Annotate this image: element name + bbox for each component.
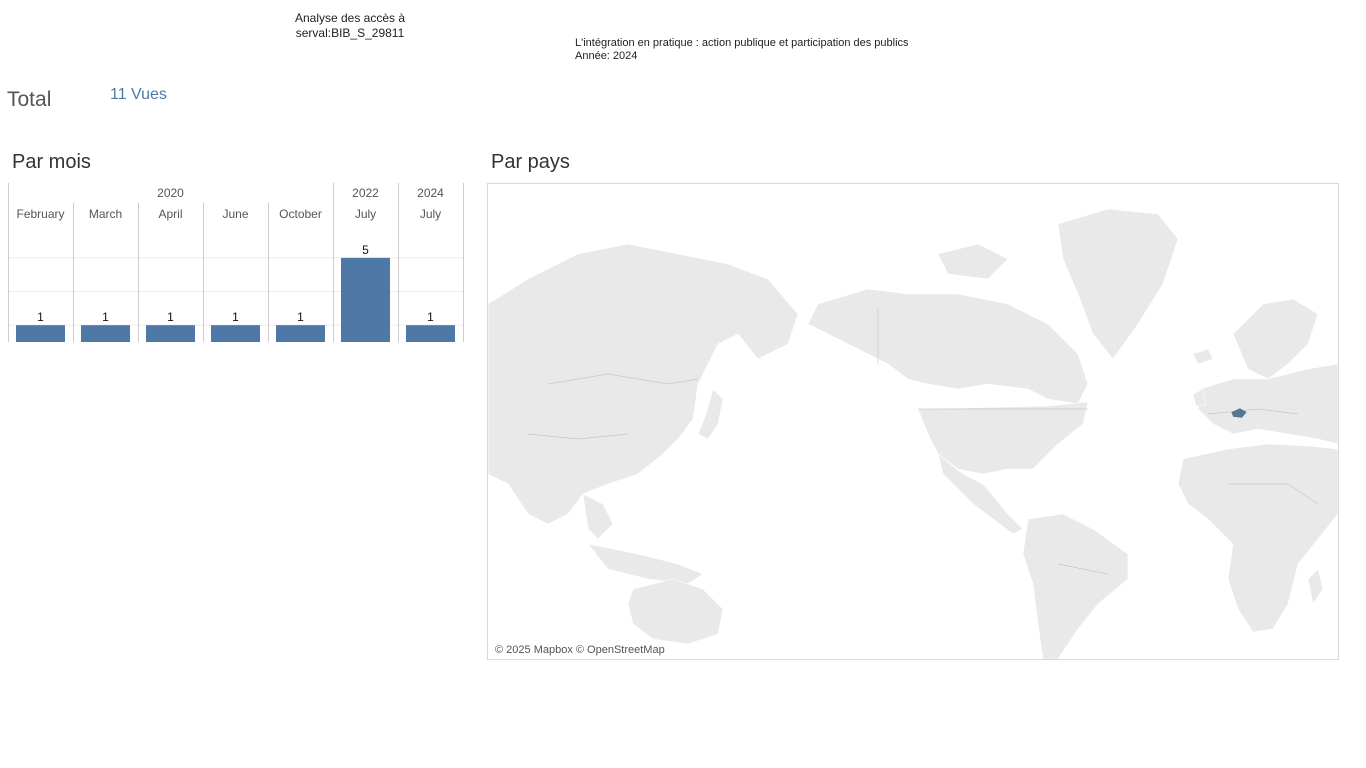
by-month-title: Par mois: [12, 151, 91, 173]
report-title: Analyse des accès à serval:BIB_S_29811: [270, 11, 430, 41]
bar-value-label: 1: [297, 310, 304, 324]
report-title-line2: serval:BIB_S_29811: [295, 26, 405, 40]
views-bar: [406, 325, 455, 342]
bar-value-label: 1: [232, 310, 239, 324]
monthly-views-chart: 2020 2022 2024 February 1 March 1 April 1 June 1 Oc…: [8, 183, 464, 345]
publication-year: Année: 2024: [575, 50, 638, 62]
month-label: April: [158, 207, 182, 221]
bar-value-label: 1: [167, 310, 174, 324]
views-bar: [146, 325, 195, 342]
year-label: 2024: [417, 186, 444, 200]
views-bar: [211, 325, 260, 342]
month-label: July: [355, 207, 376, 221]
month-label: June: [222, 207, 248, 221]
views-bar: [341, 257, 390, 342]
by-country-title: Par pays: [491, 151, 570, 173]
total-label: Total: [7, 88, 52, 111]
views-bar: [276, 325, 325, 342]
month-label: July: [420, 207, 441, 221]
month-label: February: [16, 207, 64, 221]
views-bar: [16, 325, 65, 342]
bar-value-label: 1: [37, 310, 44, 324]
year-label: 2020: [157, 186, 184, 200]
total-views-value: 11 Vues: [110, 86, 167, 103]
bar-value-label: 5: [362, 243, 369, 257]
country-map[interactable]: © 2025 Mapbox © OpenStreetMap: [487, 183, 1339, 660]
bar-value-label: 1: [427, 310, 434, 324]
publication-info: L'intégration en pratique : action publi…: [575, 37, 909, 63]
map-land: [488, 208, 1338, 659]
map-attribution: © 2025 Mapbox © OpenStreetMap: [495, 644, 665, 656]
report-title-line1: Analyse des accès à: [294, 11, 406, 25]
publication-title: L'intégration en pratique : action publi…: [575, 37, 909, 49]
month-label: October: [279, 207, 322, 221]
year-label: 2022: [352, 186, 379, 200]
month-label: March: [89, 207, 122, 221]
views-bar: [81, 325, 130, 342]
bar-value-label: 1: [102, 310, 109, 324]
